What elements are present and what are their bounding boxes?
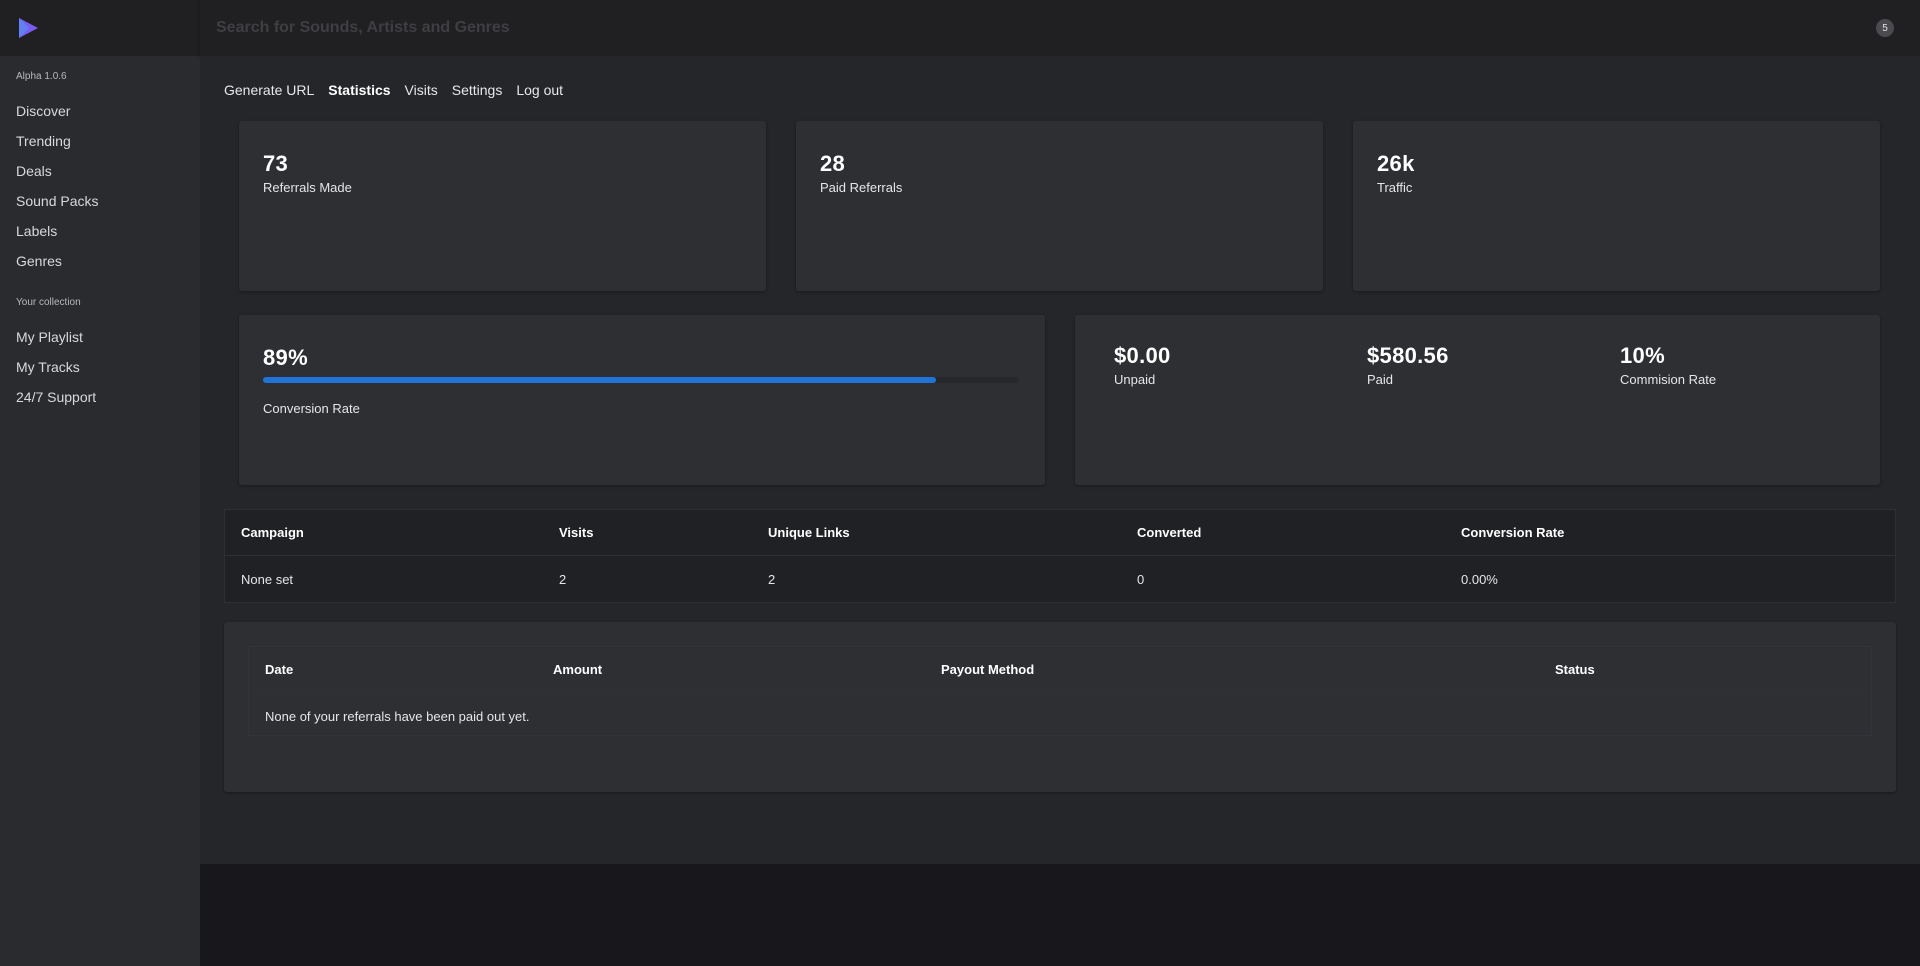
play-logo-icon[interactable] [16,16,40,40]
col-date: Date [265,662,294,677]
conversion-rate-value: 89% [263,345,308,370]
sidebar-item-discover[interactable]: Discover [16,96,200,126]
campaign-table: Campaign Visits Unique Links Converted C… [224,509,1896,603]
col-conversion-rate: Conversion Rate [1461,525,1565,540]
empty-state-row: None of your referrals have been paid ou… [249,693,1871,739]
conversion-progress-fill [263,377,936,383]
commission-value: 10% [1620,343,1665,368]
col-status: Status [1555,662,1595,677]
conversion-rate-label: Conversion Rate [263,401,360,416]
payout-history-table: Date Amount Payout Method Status None of… [248,646,1872,736]
sidebar-item-labels[interactable]: Labels [16,216,200,246]
col-amount: Amount [553,662,603,677]
traffic-label: Traffic [1377,180,1413,195]
sidebar-item-support[interactable]: 24/7 Support [16,382,200,412]
sidebar-item-my-playlist[interactable]: My Playlist [16,322,200,352]
table-row: None set 2 2 0 0.00% [225,556,1895,602]
paid-block: $580.56 Paid [1367,343,1449,387]
payout-history-card: Date Amount Payout Method Status None of… [224,622,1896,792]
referrals-made-label: Referrals Made [263,180,352,195]
tab-statistics[interactable]: Statistics [328,82,390,98]
paid-referrals-card: 28 Paid Referrals [796,121,1323,291]
conversion-progress-bar [263,377,1019,383]
sidebar-item-genres[interactable]: Genres [16,246,200,276]
collection-nav: My Playlist My Tracks 24/7 Support [0,322,200,412]
campaign-name-cell: None set [241,571,294,587]
logo-area [0,0,200,56]
app-version: Alpha 1.0.6 [16,71,67,82]
notification-badge[interactable]: 5 [1876,19,1894,37]
col-payout-method: Payout Method [941,662,1035,677]
collection-section-label: Your collection [16,297,81,308]
payout-table-header: Date Amount Payout Method Status [249,647,1871,693]
unpaid-value: $0.00 [1114,343,1171,368]
conversion-rate-card: 89% Conversion Rate [239,315,1045,485]
unique-links-cell: 2 [768,571,776,587]
unpaid-label: Unpaid [1114,372,1156,387]
earnings-card: $0.00 Unpaid $580.56 Paid 10% Commision … [1075,315,1880,485]
col-campaign: Campaign [241,525,304,540]
paid-referrals-label: Paid Referrals [820,180,903,195]
referrals-made-value: 73 [263,151,289,176]
tab-settings[interactable]: Settings [452,82,503,98]
paid-label: Paid [1367,372,1394,387]
sidebar: Alpha 1.0.6 Discover Trending Deals Soun… [0,0,200,966]
col-converted: Converted [1137,525,1202,540]
sidebar-item-sound-packs[interactable]: Sound Packs [16,186,200,216]
sidebar-nav: Discover Trending Deals Sound Packs Labe… [0,96,200,276]
col-unique-links: Unique Links [768,525,850,540]
search-input[interactable] [216,13,1016,43]
commission-block: 10% Commision Rate [1620,343,1716,387]
col-visits: Visits [559,525,594,540]
converted-cell: 0 [1137,571,1145,587]
visits-cell: 2 [559,571,567,587]
sidebar-item-my-tracks[interactable]: My Tracks [16,352,200,382]
tab-visits[interactable]: Visits [405,82,438,98]
affiliate-tabs: Generate URL Statistics Visits Settings … [224,82,563,98]
traffic-card: 26k Traffic [1353,121,1880,291]
main-panel: Generate URL Statistics Visits Settings … [200,56,1920,864]
payout-empty-message: None of your referrals have been paid ou… [265,708,530,724]
commission-label: Commision Rate [1620,372,1717,387]
sidebar-item-deals[interactable]: Deals [16,156,200,186]
unpaid-block: $0.00 Unpaid [1114,343,1171,387]
traffic-value: 26k [1377,151,1415,176]
campaign-table-header: Campaign Visits Unique Links Converted C… [225,510,1895,556]
referrals-made-card: 73 Referrals Made [239,121,766,291]
tab-generate-url[interactable]: Generate URL [224,82,314,98]
conversion-rate-cell: 0.00% [1461,571,1498,587]
top-bar: 5 [200,0,1920,56]
tab-log-out[interactable]: Log out [516,82,563,98]
paid-value: $580.56 [1367,343,1449,368]
paid-referrals-value: 28 [820,151,846,176]
sidebar-item-trending[interactable]: Trending [16,126,200,156]
